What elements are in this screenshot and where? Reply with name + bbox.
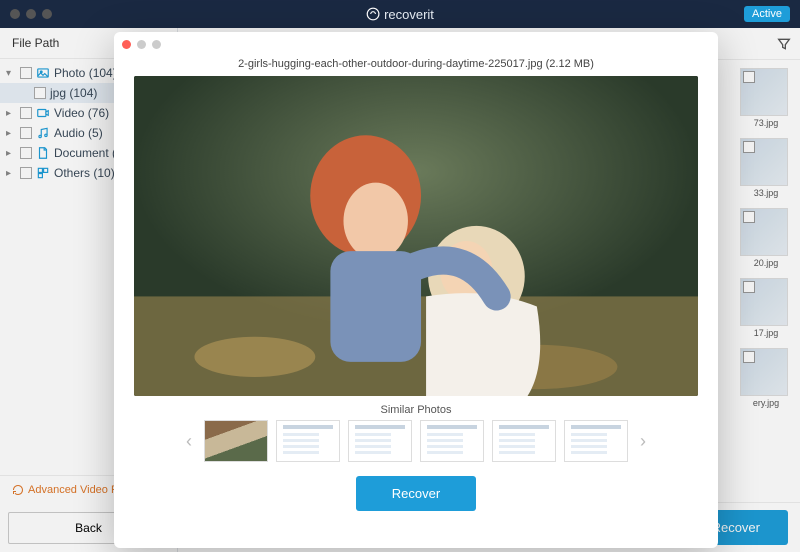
carousel-next-icon[interactable]: › xyxy=(636,427,650,456)
carousel-prev-icon[interactable]: ‹ xyxy=(182,427,196,456)
carousel-thumb[interactable] xyxy=(204,420,268,462)
maximize-window-icon[interactable] xyxy=(42,9,52,19)
window-controls[interactable] xyxy=(0,9,52,19)
brand-logo: recoverit xyxy=(366,7,434,22)
minimize-window-icon[interactable] xyxy=(26,9,36,19)
preview-modal: 2-girls-hugging-each-other-outdoor-durin… xyxy=(114,32,718,548)
preview-image xyxy=(134,76,698,396)
recover-button[interactable]: Recover xyxy=(356,476,476,511)
preview-filename: 2-girls-hugging-each-other-outdoor-durin… xyxy=(114,56,718,76)
similar-carousel: ‹ › xyxy=(114,420,718,462)
carousel-thumb[interactable] xyxy=(492,420,556,462)
modal-footer: Recover xyxy=(114,462,718,525)
carousel-thumb[interactable] xyxy=(276,420,340,462)
carousel-thumb[interactable] xyxy=(420,420,484,462)
carousel-thumb[interactable] xyxy=(348,420,412,462)
titlebar: recoverit Active xyxy=(0,0,800,28)
active-badge: Active xyxy=(744,6,790,22)
modal-maximize-icon[interactable] xyxy=(152,40,161,49)
similar-photos-label: Similar Photos xyxy=(114,404,718,416)
modal-close-icon[interactable] xyxy=(122,40,131,49)
close-window-icon[interactable] xyxy=(10,9,20,19)
modal-titlebar xyxy=(114,32,718,56)
modal-minimize-icon[interactable] xyxy=(137,40,146,49)
carousel-thumb[interactable] xyxy=(564,420,628,462)
